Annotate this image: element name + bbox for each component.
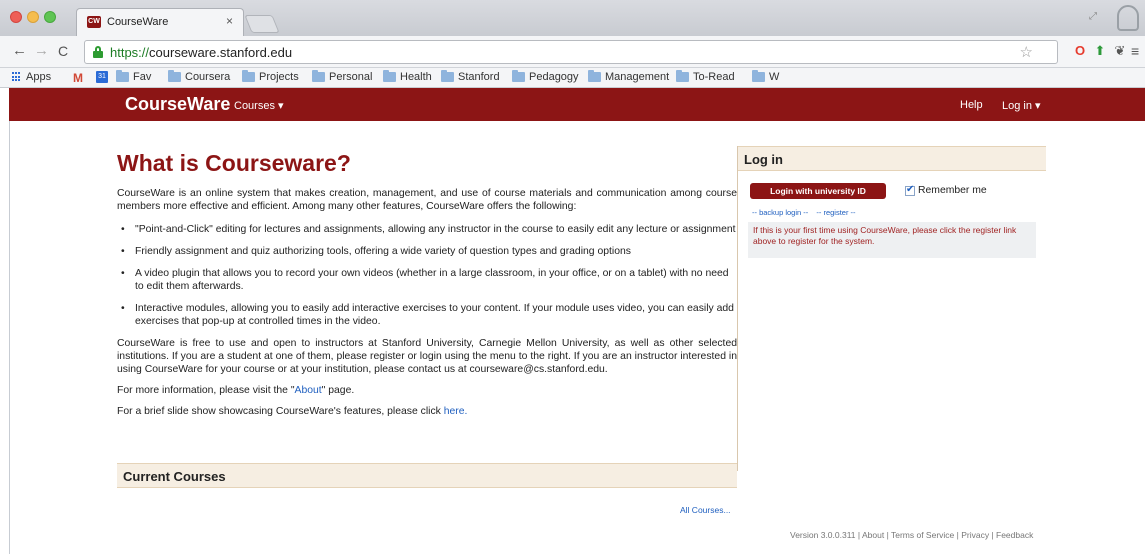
availability-paragraph: CourseWare is free to use and open to in… xyxy=(117,338,737,375)
page-title: What is Courseware? xyxy=(117,150,351,176)
evernote-extension-icon[interactable]: ❦ xyxy=(1113,44,1127,58)
window-minimize-button[interactable] xyxy=(27,11,39,23)
address-bar[interactable]: https://courseware.stanford.edu ☆ xyxy=(84,40,1058,64)
login-panel-header: Log in xyxy=(738,146,1046,171)
folder-icon xyxy=(168,70,181,82)
folder-icon xyxy=(512,70,525,82)
site-brand-logo[interactable]: CourseWare xyxy=(125,94,230,115)
page-left-border xyxy=(9,121,10,554)
bookmark-fav[interactable]: Fav xyxy=(116,70,151,83)
apps-grid-icon xyxy=(12,72,22,82)
bookmark-projects[interactable]: Projects xyxy=(242,70,299,83)
backup-login-link[interactable]: -- backup login -- xyxy=(752,208,808,217)
browser-tab-courseware[interactable]: CW CourseWare × xyxy=(76,8,244,36)
feature-list: • "Point-and-Click" editing for lectures … xyxy=(117,223,737,328)
university-login-button[interactable]: Login with university ID xyxy=(750,183,886,199)
bookmark-star-icon[interactable]: ☆ xyxy=(1020,43,1033,61)
folder-icon xyxy=(116,70,129,82)
login-heading: Log in xyxy=(744,152,783,167)
reload-icon[interactable]: C xyxy=(58,43,68,59)
login-panel: Log in Login with university ID Remember… xyxy=(737,146,1046,471)
site-nav-bar: CourseWare Courses ▾ Help Log in ▾ xyxy=(9,88,1145,121)
slideshow-link[interactable]: here. xyxy=(444,406,468,417)
remember-me-label: Remember me xyxy=(918,185,987,196)
slideshow-paragraph: For a brief slide show showcasing Course… xyxy=(117,406,468,417)
browser-toolbar: ← → C https://courseware.stanford.edu ☆ … xyxy=(0,36,1145,68)
opera-extension-icon[interactable]: O xyxy=(1073,44,1087,58)
bookmarks-bar: Apps M 31 Fav Coursera Projects Personal… xyxy=(0,68,1145,88)
tab-close-icon[interactable]: × xyxy=(226,14,233,28)
bookmark-coursera[interactable]: Coursera xyxy=(168,70,230,83)
folder-icon xyxy=(752,70,765,82)
gmail-icon: M xyxy=(73,71,83,85)
folder-icon xyxy=(383,70,396,82)
url-text[interactable]: https://courseware.stanford.edu xyxy=(110,45,292,60)
folder-icon xyxy=(441,70,454,82)
profile-icon[interactable] xyxy=(1117,5,1139,31)
folder-icon xyxy=(242,70,255,82)
tab-title: CourseWare xyxy=(107,16,169,28)
forward-arrow-icon[interactable]: → xyxy=(34,42,49,59)
more-info-paragraph: For more information, please visit the "… xyxy=(117,385,355,396)
bookmark-personal[interactable]: Personal xyxy=(312,70,372,83)
footer-links: Version 3.0.0.311 | About | Terms of Ser… xyxy=(790,530,1034,540)
about-link[interactable]: About xyxy=(295,385,322,396)
checkbox-checked-icon[interactable] xyxy=(905,184,915,196)
browser-tab-strip: CW CourseWare × ⤢ xyxy=(0,0,1145,36)
folder-icon xyxy=(588,70,601,82)
remember-me-checkbox[interactable]: Remember me xyxy=(905,184,987,196)
browser-menu-icon[interactable]: ≡ xyxy=(1131,43,1139,59)
bookmark-stanford[interactable]: Stanford xyxy=(441,70,500,83)
login-links: -- backup login -- -- register -- xyxy=(752,208,862,217)
bookmark-health[interactable]: Health xyxy=(383,70,432,83)
secure-lock-icon xyxy=(93,46,103,58)
feature-item: • Interactive modules, allowing you to ea… xyxy=(121,303,734,327)
current-courses-heading: Current Courses xyxy=(123,469,226,484)
intro-paragraph: CourseWare is an online system that make… xyxy=(117,188,737,212)
folder-icon xyxy=(312,70,325,82)
courses-menu[interactable]: Courses ▾ xyxy=(234,99,284,112)
bookmark-w[interactable]: W xyxy=(752,70,779,83)
feature-item: • Friendly assignment and quiz authorizin… xyxy=(121,246,631,257)
back-arrow-icon[interactable]: ← xyxy=(12,42,27,59)
download-extension-icon[interactable]: ⬆ xyxy=(1093,44,1107,58)
current-courses-header: Current Courses xyxy=(117,463,737,488)
window-close-button[interactable] xyxy=(10,11,22,23)
folder-icon xyxy=(676,70,689,82)
bookmark-to-read[interactable]: To-Read xyxy=(676,70,735,83)
window-maximize-button[interactable] xyxy=(44,11,56,23)
all-courses-link[interactable]: All Courses... xyxy=(680,505,731,515)
feature-item: • "Point-and-Click" editing for lectures … xyxy=(121,224,736,235)
courseware-favicon-icon: CW xyxy=(87,16,101,28)
bookmark-gmail[interactable]: M xyxy=(73,71,83,85)
login-menu[interactable]: Log in ▾ xyxy=(1002,99,1041,112)
fullscreen-icon[interactable]: ⤢ xyxy=(1089,11,1097,22)
register-link[interactable]: -- register -- xyxy=(816,208,855,217)
bookmark-management[interactable]: Management xyxy=(588,70,669,83)
feature-item: • A video plugin that allows you to recor… xyxy=(121,268,729,292)
bookmark-calendar[interactable]: 31 xyxy=(96,71,108,83)
new-tab-button[interactable] xyxy=(244,15,280,33)
first-time-notice: If this is your first time using CourseW… xyxy=(748,222,1036,258)
bookmark-pedagogy[interactable]: Pedagogy xyxy=(512,70,579,83)
help-link[interactable]: Help xyxy=(960,99,983,111)
calendar-icon: 31 xyxy=(96,71,108,83)
main-content: What is Courseware? CourseWare is an onl… xyxy=(117,150,737,426)
bookmark-apps[interactable]: Apps xyxy=(12,71,51,83)
